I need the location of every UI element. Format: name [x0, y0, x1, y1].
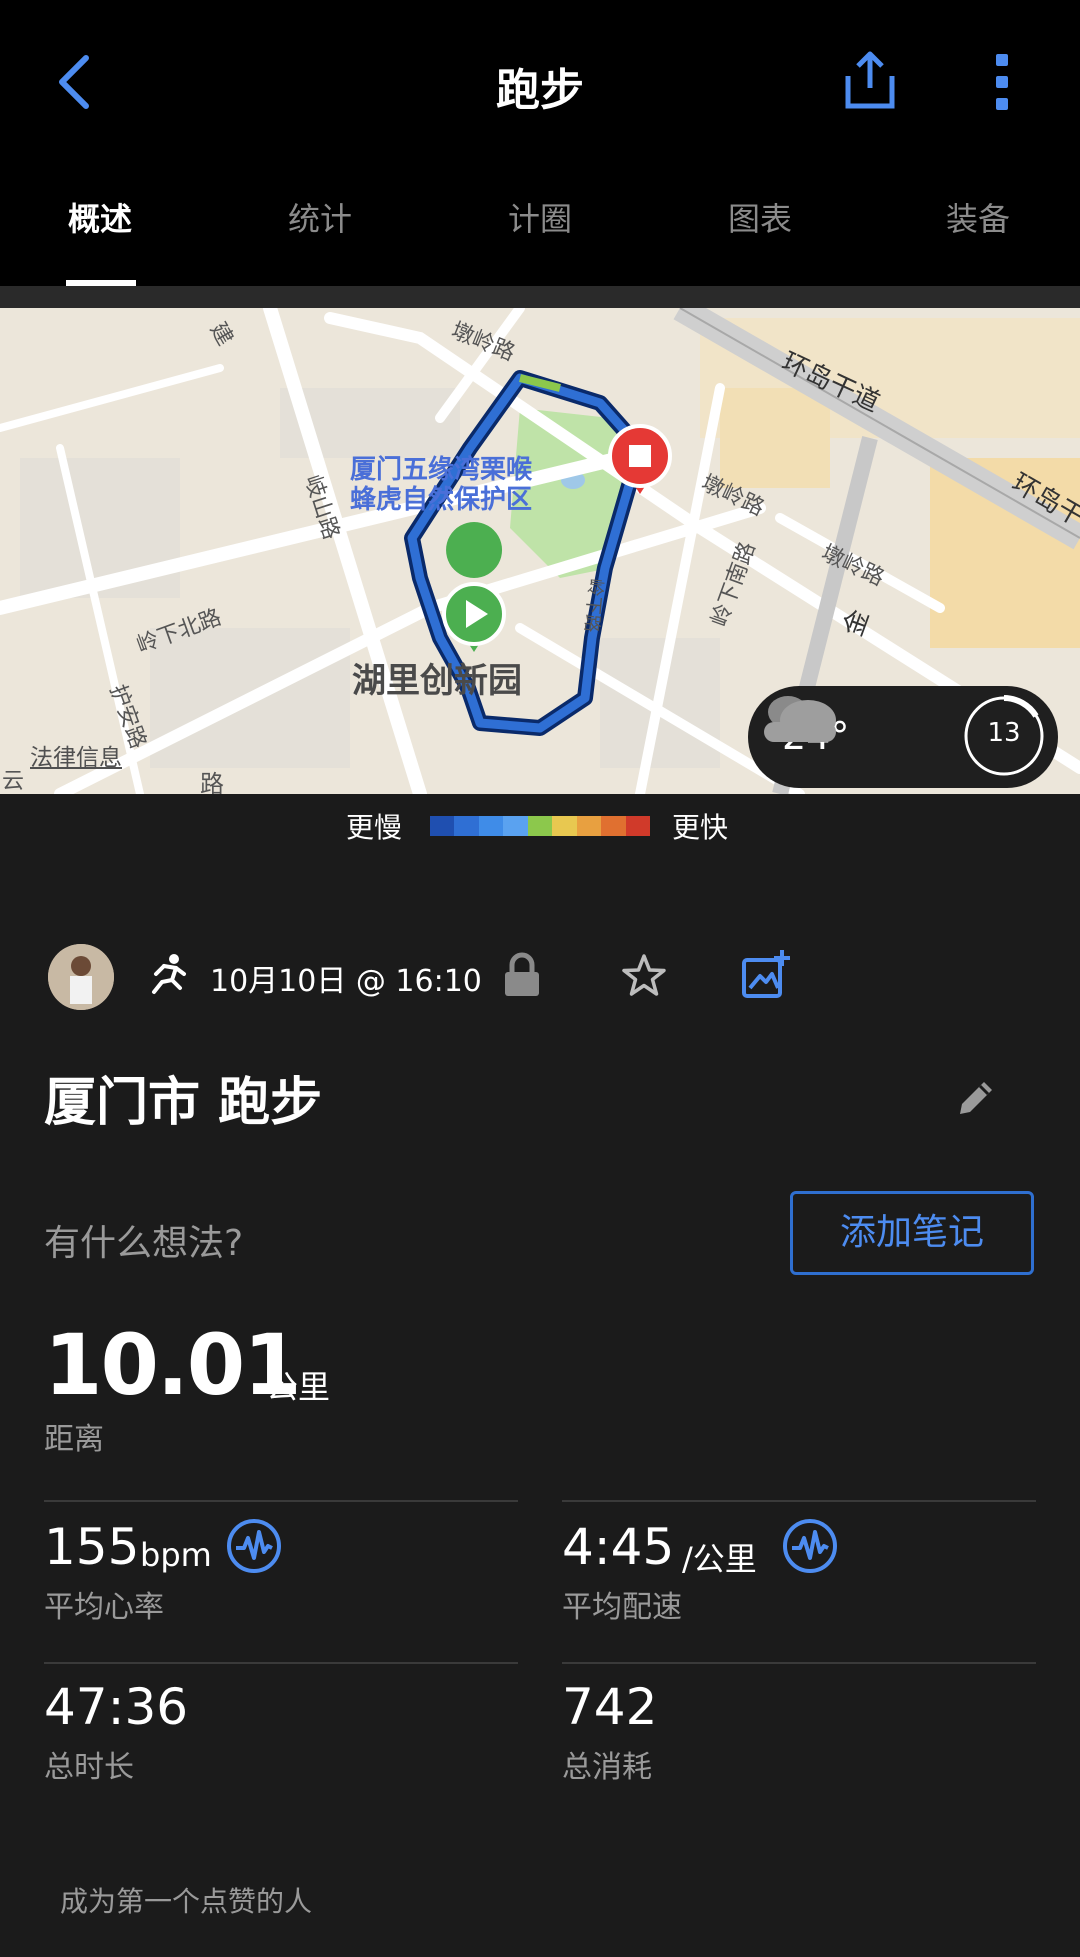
duration-value: 47:36 — [44, 1678, 189, 1736]
pace-color-segment — [527, 816, 553, 836]
pace-color-segment — [601, 816, 626, 836]
activity-meta: 10月10日 @ 16:10 — [0, 940, 1080, 1010]
add-note-button[interactable]: 添加笔记 — [790, 1191, 1034, 1275]
pencil-icon[interactable] — [954, 1076, 998, 1120]
avatar[interactable] — [48, 944, 114, 1010]
park-label: 湖里创新园 — [352, 661, 522, 701]
lock-icon[interactable] — [502, 952, 542, 998]
running-icon — [152, 954, 186, 994]
avg-hr-label: 平均心率 — [44, 1590, 164, 1625]
avg-hr-unit: bpm — [140, 1536, 212, 1574]
activity-title: 厦门市 跑步 — [44, 1073, 323, 1133]
more-vertical-icon[interactable] — [988, 52, 1016, 112]
pace-color-segment — [454, 816, 479, 836]
distance-value: 10.01 — [44, 1316, 302, 1414]
divider — [562, 1662, 1036, 1664]
star-icon[interactable] — [620, 952, 668, 1000]
route-map[interactable]: 墩岭路 环岛干道 环岛干 墩岭路 墩岭路 岐山路 岭下路 岭下北路 护安路 岭下… — [0, 308, 1080, 794]
uv-value: 13 — [987, 718, 1021, 748]
avg-pace-unit: /公里 — [682, 1540, 757, 1578]
reserve-label-line2: 蜂虎自然保护区 — [350, 484, 532, 515]
tab-gear[interactable]: 装备 — [878, 194, 1078, 240]
uv-index-badge: 13 — [962, 694, 1046, 778]
pace-slow-label: 更慢 — [346, 811, 403, 844]
avg-hr-value: 155 — [44, 1518, 140, 1576]
distance-unit: 公里 — [266, 1368, 331, 1406]
tab-overview[interactable]: 概述 — [0, 194, 200, 240]
pace-legend: 更慢 更快 — [0, 806, 1080, 850]
divider — [44, 1500, 518, 1502]
calories-value: 742 — [562, 1678, 658, 1736]
divider — [0, 286, 1080, 308]
tab-charts[interactable]: 图表 — [660, 194, 860, 240]
pace-color-segment — [503, 816, 528, 836]
thoughts-prompt[interactable]: 有什么想法? — [44, 1214, 243, 1266]
add-photo-icon[interactable] — [740, 948, 792, 1000]
calories-label: 总消耗 — [562, 1750, 652, 1785]
pace-color-segment — [576, 816, 602, 836]
heart-rate-chart-icon[interactable] — [226, 1518, 282, 1574]
road-label: 云 — [2, 769, 24, 794]
pace-color-segment — [478, 816, 504, 836]
avg-pace-label: 平均配速 — [562, 1590, 682, 1625]
reserve-label-line1: 厦门五缘湾栗喉 — [350, 454, 533, 485]
weather-badge[interactable]: 24° 13 — [748, 686, 1058, 788]
tab-bar: 概述 统计 计圈 图表 装备 — [0, 160, 1080, 286]
kudos-prompt[interactable]: 成为第一个点赞的人 — [60, 1880, 312, 1920]
tab-stats[interactable]: 统计 — [220, 194, 420, 240]
pace-chart-icon[interactable] — [782, 1518, 838, 1574]
tab-laps[interactable]: 计圈 — [440, 194, 640, 240]
cloudy-icon — [764, 696, 836, 742]
pace-gradient — [430, 816, 650, 836]
pace-color-segment — [552, 816, 577, 836]
page-title: 跑步 — [496, 65, 584, 116]
pace-fast-label: 更快 — [672, 811, 729, 844]
share-icon[interactable] — [842, 48, 898, 112]
pace-color-segment — [430, 816, 455, 836]
top-bar: 跑步 — [0, 0, 1080, 160]
activity-date: 10月10日 @ 16:10 — [210, 964, 482, 999]
legal-info-link[interactable]: 法律信息 — [30, 738, 122, 772]
road-label: 路 — [200, 770, 224, 794]
divider — [44, 1662, 518, 1664]
distance-label: 距离 — [44, 1422, 104, 1457]
duration-label: 总时长 — [44, 1750, 134, 1785]
pace-color-segment — [625, 816, 650, 836]
divider — [562, 1500, 1036, 1502]
avg-pace-value: 4:45 — [562, 1518, 675, 1576]
